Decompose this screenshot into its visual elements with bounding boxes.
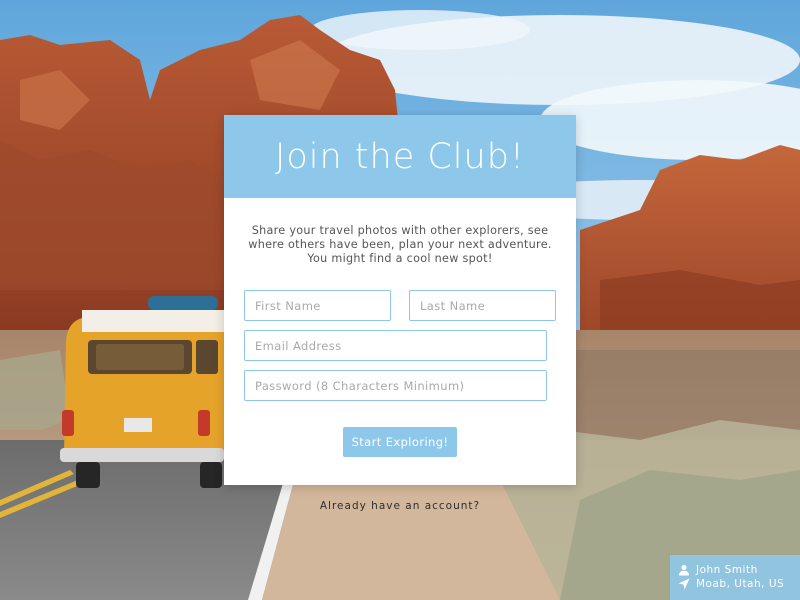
- submit-wrap: Start Exploring!: [244, 427, 556, 457]
- first-name-field[interactable]: [244, 290, 391, 321]
- location-arrow-icon: [678, 578, 690, 590]
- email-field[interactable]: [244, 330, 547, 361]
- card-body: Share your travel photos with other expl…: [224, 198, 576, 457]
- start-exploring-button[interactable]: Start Exploring!: [342, 427, 458, 457]
- login-link-wrap: Already have an account?: [0, 500, 800, 512]
- user-icon: [679, 564, 689, 576]
- password-field[interactable]: [244, 370, 547, 401]
- credit-name-row: John Smith: [678, 563, 800, 577]
- photo-location: Moab, Utah, US: [696, 578, 785, 590]
- signup-card: Join the Club! Share your travel photos …: [224, 115, 576, 485]
- signup-form: Start Exploring!: [244, 290, 556, 457]
- credit-location-row: Moab, Utah, US: [678, 577, 800, 591]
- login-link[interactable]: Already have an account?: [320, 500, 480, 512]
- last-name-field[interactable]: [409, 290, 556, 321]
- intro-text: Share your travel photos with other expl…: [248, 224, 552, 265]
- photographer-name: John Smith: [696, 564, 758, 576]
- page: Join the Club! Share your travel photos …: [0, 0, 800, 600]
- photo-credit: John Smith Moab, Utah, US: [670, 555, 800, 600]
- name-row: [244, 290, 556, 321]
- card-header: Join the Club!: [224, 115, 576, 198]
- page-title: Join the Club!: [275, 136, 525, 177]
